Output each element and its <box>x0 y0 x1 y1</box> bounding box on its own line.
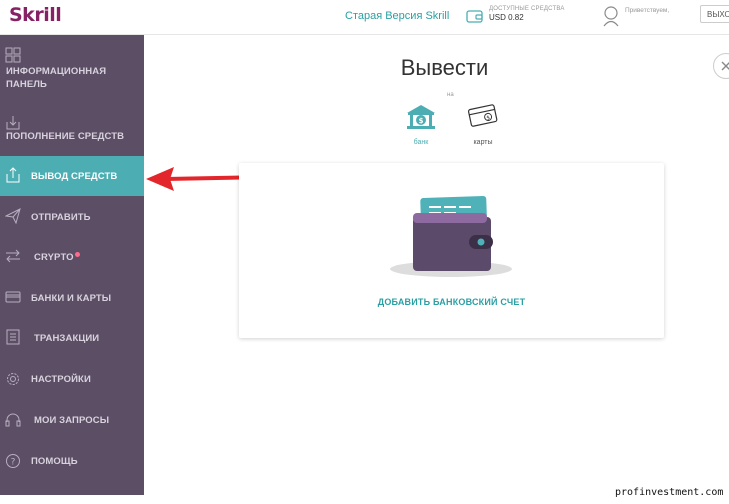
sidebar-item-send[interactable]: ОТПРАВИТЬ <box>0 196 144 236</box>
sidebar-item-crypto-label: CRYPTO <box>34 252 80 263</box>
wallet-illustration-icon <box>390 195 512 277</box>
user-icon <box>603 6 619 27</box>
send-icon <box>5 208 21 224</box>
crypto-icon <box>6 249 20 263</box>
headset-icon <box>5 413 21 427</box>
transactions-icon <box>6 329 20 345</box>
watermark: profinvestment.com <box>615 487 724 498</box>
sidebar-item-withdraw[interactable]: ВЫВОД СРЕДСТВ <box>0 156 144 196</box>
svg-text:$: $ <box>419 117 424 125</box>
funds-label: ДОСТУПНЫЕ СРЕДСТВА <box>489 6 565 12</box>
bank-account-card: ДОБАВИТЬ БАНКОВСКИЙ СЧЕТ <box>239 163 664 338</box>
logout-button[interactable]: ВЫХОД <box>700 5 729 23</box>
sidebar-item-transactions[interactable]: ТРАНЗАКЦИИ <box>0 316 144 356</box>
sidebar-item-label: ВЫВОД СРЕДСТВ <box>31 171 118 182</box>
help-icon: ? <box>6 454 20 468</box>
sidebar-item-label: ТРАНЗАКЦИИ <box>34 333 100 344</box>
method-bank[interactable]: $ банк <box>402 103 440 146</box>
old-version-link[interactable]: Старая Версия Skrill <box>345 10 449 22</box>
method-label: карты <box>473 139 493 146</box>
sidebar-item-deposit[interactable]: ПОПОЛНЕНИЕ СРЕДСТВ <box>0 115 144 155</box>
method-cards[interactable]: $ карты <box>464 103 502 146</box>
card-icon <box>5 291 21 303</box>
gear-icon <box>7 373 19 385</box>
withdraw-icon <box>6 167 20 183</box>
top-header: Skrill Старая Версия Skrill ДОСТУПНЫЕ СР… <box>0 0 729 35</box>
sidebar: ИНФОРМАЦИОННАЯ ПАНЕЛЬ ПОПОЛНЕНИЕ СРЕДСТВ… <box>0 35 144 495</box>
cards-icon: $ <box>467 104 498 127</box>
sidebar-item-label: НАСТРОЙКИ <box>31 374 91 385</box>
sidebar-item-settings[interactable]: НАСТРОЙКИ <box>0 356 144 396</box>
to-label: на <box>447 92 454 98</box>
sidebar-item-requests[interactable]: МОИ ЗАПРОСЫ <box>0 396 144 436</box>
skrill-logo[interactable]: Skrill <box>9 4 62 26</box>
sidebar-item-label: ПОМОЩЬ <box>31 456 78 467</box>
available-funds: ДОСТУПНЫЕ СРЕДСТВА USD 0.82 <box>489 6 565 22</box>
bank-icon: $ <box>407 105 435 129</box>
notification-dot <box>74 252 80 257</box>
method-label: банк <box>413 139 429 146</box>
sidebar-item-label: CRYPTO <box>34 252 74 263</box>
sidebar-item-label: МОИ ЗАПРОСЫ <box>34 415 110 426</box>
sidebar-item-label: БАНКИ И КАРТЫ <box>31 293 112 304</box>
sidebar-item-crypto[interactable]: CRYPTO <box>0 236 144 276</box>
wallet-icon <box>466 10 483 23</box>
sidebar-item-help[interactable]: ? ПОМОЩЬ <box>0 436 144 476</box>
deposit-icon <box>6 116 20 130</box>
add-bank-account-link[interactable]: ДОБАВИТЬ БАНКОВСКИЙ СЧЕТ <box>239 297 664 307</box>
svg-text:?: ? <box>11 458 16 468</box>
sidebar-item-label: ОТПРАВИТЬ <box>31 212 91 223</box>
sidebar-item-label: ПОПОЛНЕНИЕ СРЕДСТВ <box>6 131 125 142</box>
page-title: Вывести <box>400 55 489 80</box>
sidebar-item-banks-cards[interactable]: БАНКИ И КАРТЫ <box>0 276 144 316</box>
greeting-text: Приветствуем, <box>625 7 670 14</box>
funds-value: USD 0.82 <box>489 13 524 22</box>
